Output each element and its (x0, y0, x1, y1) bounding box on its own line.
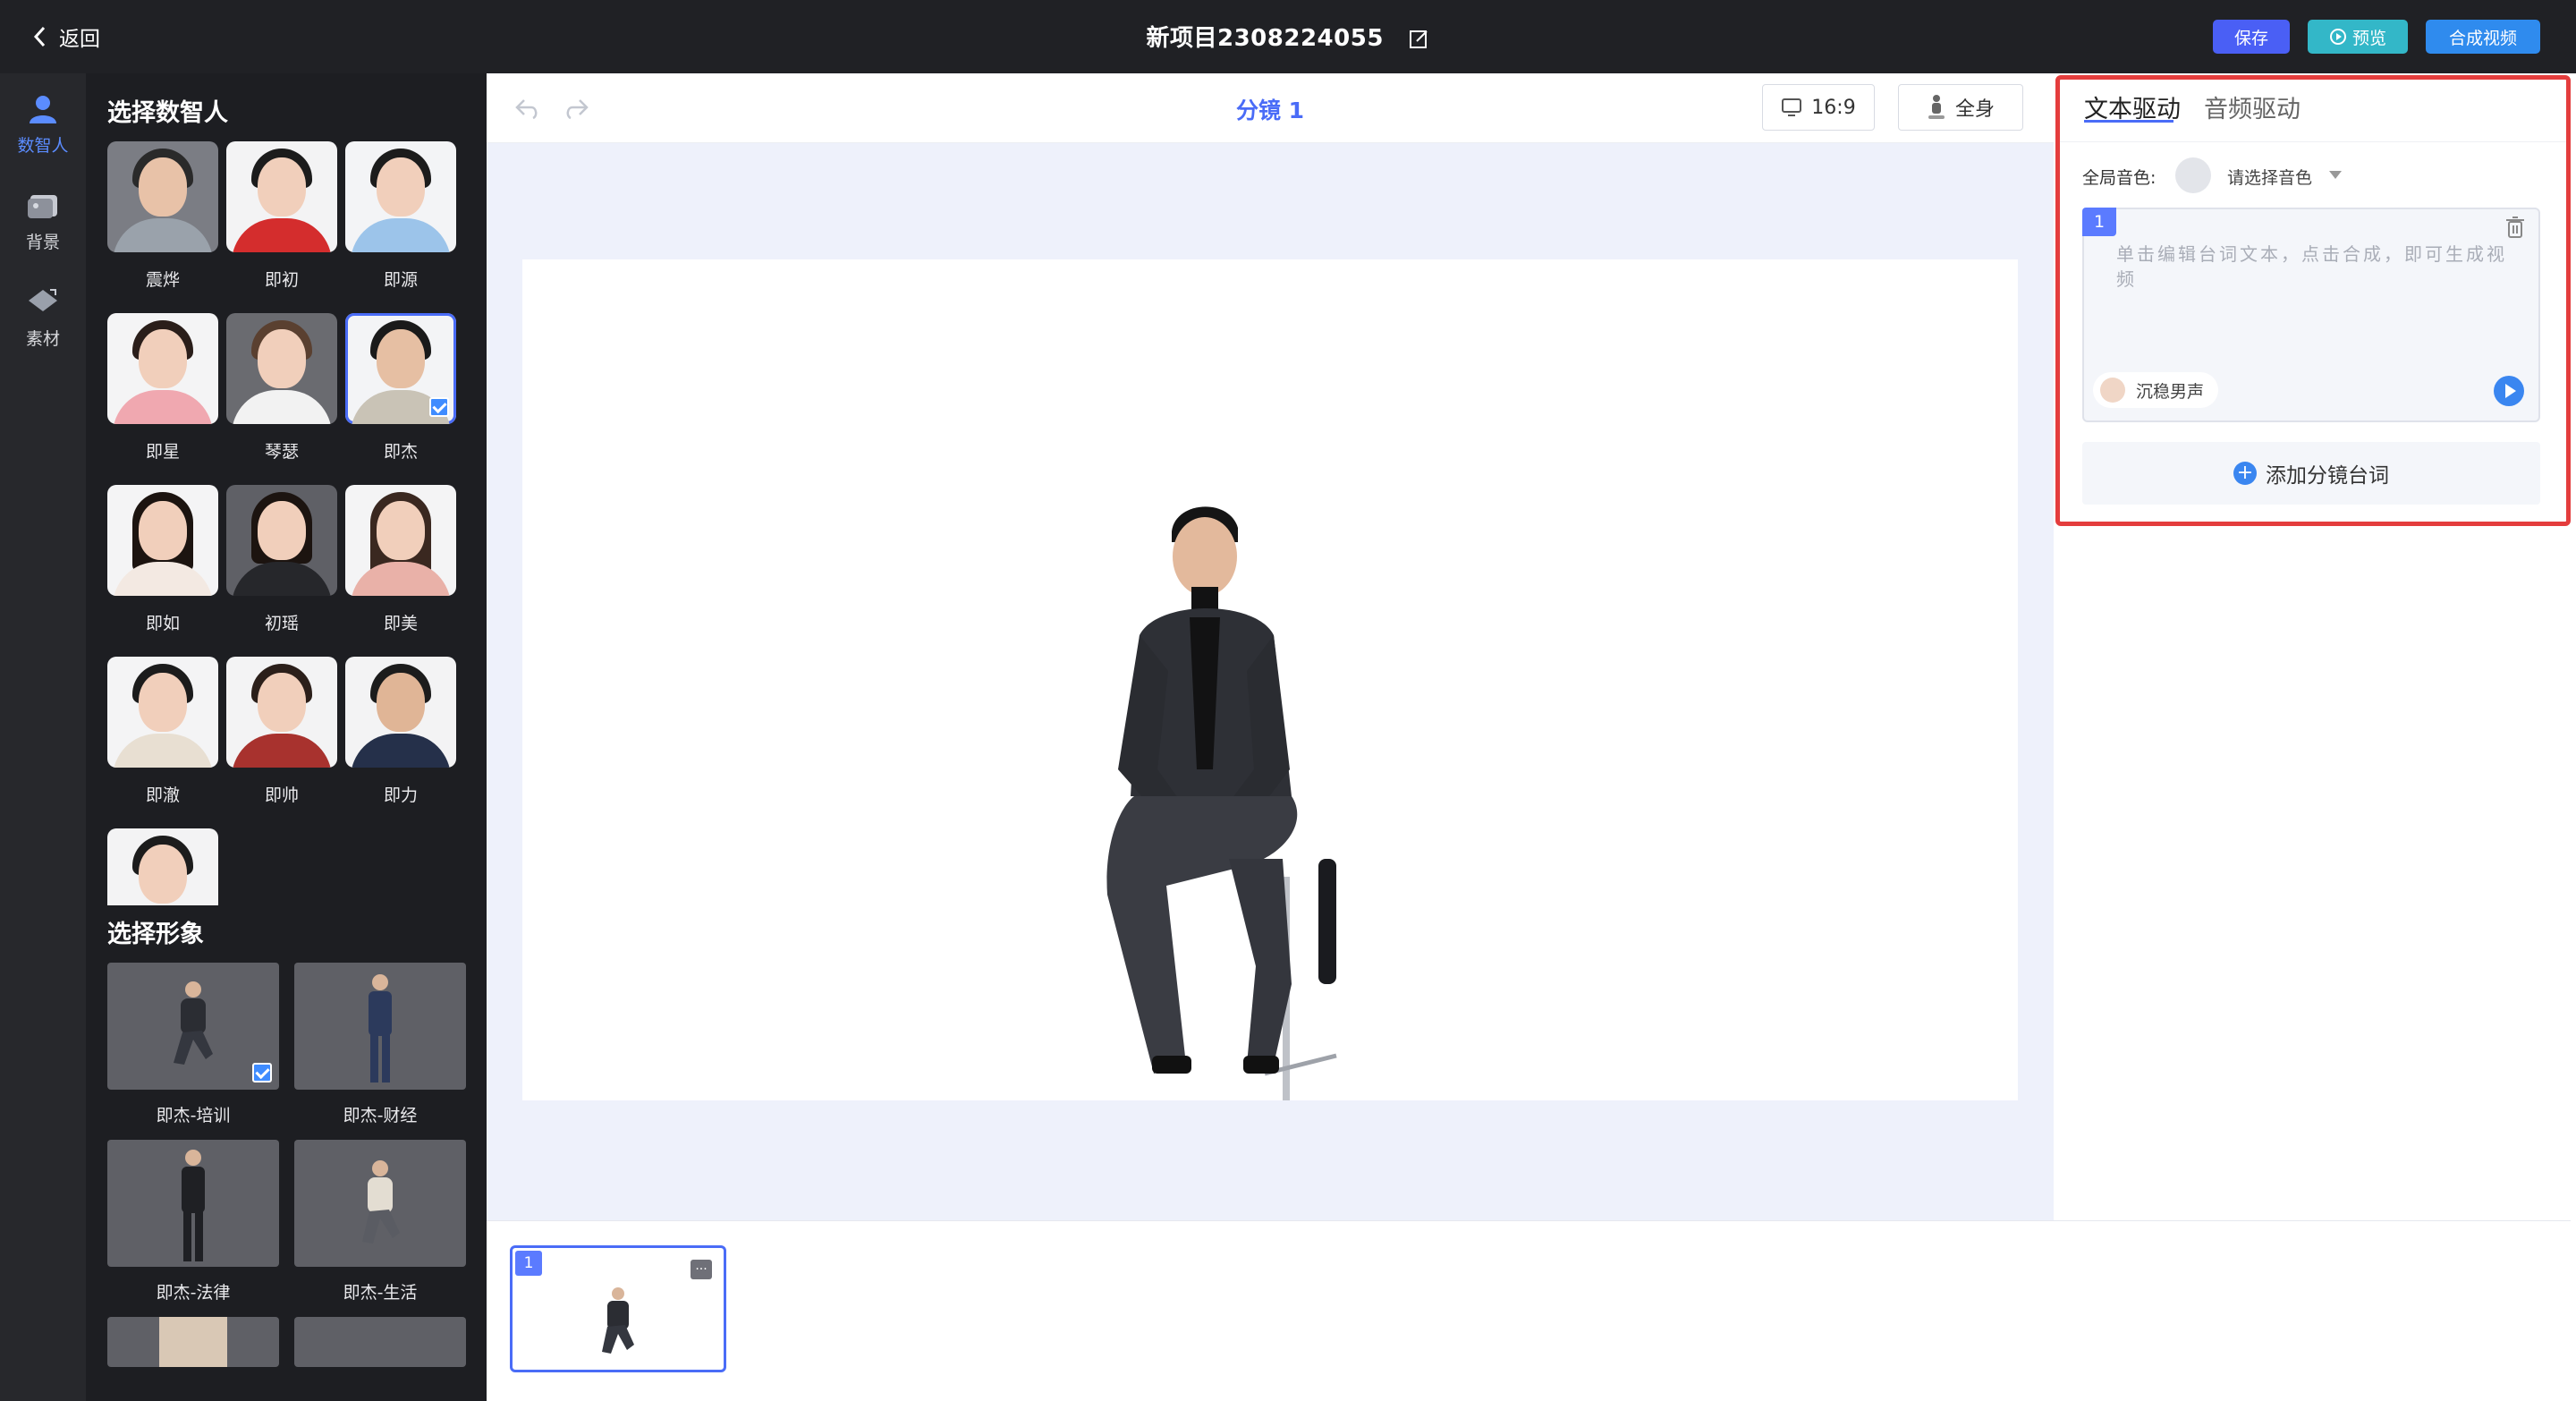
preview-button[interactable]: 预览 (2308, 20, 2408, 54)
avatar-card[interactable]: 初瑶 (226, 485, 337, 634)
figure-card[interactable] (107, 1317, 279, 1367)
figure-name: 即杰-财经 (343, 1106, 418, 1125)
standing-person-icon (369, 974, 392, 1083)
figure-thumbnail (107, 963, 279, 1090)
timeline (487, 1220, 2571, 1401)
avatar-thumbnail (345, 657, 456, 768)
figure-card[interactable] (294, 1317, 466, 1367)
rail-item-background[interactable]: 背景 (0, 188, 86, 253)
play-circle-icon (2329, 29, 2346, 45)
figures-heading: 选择形象 (107, 921, 204, 948)
avatar-name: 即星 (145, 442, 180, 462)
avatar-name: 即如 (145, 614, 180, 633)
compose-video-button[interactable]: 合成视频 (2426, 20, 2540, 54)
avatar-name: 初瑶 (264, 614, 299, 633)
avatar-card[interactable]: 即美 (345, 485, 456, 634)
avatar-name: 即初 (264, 270, 299, 290)
image-icon (28, 195, 57, 218)
highlight-frame (2055, 75, 2571, 526)
figure-name: 即杰-法律 (156, 1283, 231, 1303)
rail-item-avatar[interactable]: 数智人 (0, 91, 86, 157)
avatar-name: 即力 (383, 785, 418, 805)
seated-person-icon (174, 981, 213, 1065)
avatar-name: 即美 (383, 614, 418, 633)
top-bar: 返回 新项目2308224055 保存 预览 合成视频 (0, 0, 2576, 73)
standing-person-icon (182, 1150, 205, 1261)
clip-thumbnail (602, 1287, 634, 1354)
save-button[interactable]: 保存 (2213, 20, 2290, 54)
avatar-name: 琴瑟 (264, 442, 299, 462)
full-body-icon (1928, 95, 1945, 119)
project-title: 新项目2308224055 (0, 20, 2576, 53)
avatar-card[interactable]: 震烨 (107, 141, 218, 291)
figure-thumbnail (294, 1317, 466, 1367)
figure-card[interactable]: 即杰-财经 (294, 963, 466, 1126)
avatars-heading: 选择数智人 (107, 99, 228, 127)
rail-item-material[interactable]: 素材 (0, 284, 86, 350)
figure-thumbnail (107, 1317, 279, 1367)
rail-label: 素材 (25, 329, 60, 349)
avatar-thumbnail (107, 828, 218, 905)
avatar-card[interactable]: 即源 (345, 141, 456, 291)
avatar-thumbnail (226, 313, 337, 424)
preview-stage[interactable] (522, 259, 2018, 1100)
figure-card[interactable]: 即杰-法律 (107, 1140, 279, 1303)
avatar-card[interactable]: 即星 (107, 313, 218, 463)
aspect-ratio-button[interactable]: 16:9 (1762, 84, 1875, 131)
avatar-card[interactable]: 即帅 (226, 657, 337, 806)
clip-number-badge: 1 (515, 1251, 542, 1276)
figure-thumbnail (107, 1140, 279, 1267)
figure-name: 即杰-培训 (156, 1106, 231, 1125)
avatar-name: 即杰 (383, 442, 418, 462)
avatar-card[interactable]: 即澈 (107, 657, 218, 806)
avatar-thumbnail (107, 657, 218, 768)
avatar-card[interactable]: 即如 (107, 485, 218, 634)
more-options-icon[interactable]: ··· (691, 1260, 712, 1279)
avatar-thumbnail (345, 141, 456, 252)
digital-human-figure (1106, 506, 1337, 1100)
figure-card[interactable]: 即杰-生活 (294, 1140, 466, 1303)
selected-check-icon (252, 1063, 272, 1083)
seated-person-icon (362, 1160, 400, 1244)
left-rail: 数智人 背景 素材 (0, 73, 86, 1401)
avatar-panel: 选择数智人 震烨 即初 即源 即星 琴瑟 即杰 即如 初瑶 即美 即澈 即帅 即… (86, 73, 487, 1401)
avatar-name: 即帅 (264, 785, 299, 805)
selected-check-icon (429, 397, 449, 417)
aspect-ratio-label: 16:9 (1811, 96, 1856, 119)
avatar-card[interactable]: 琴瑟 (226, 313, 337, 463)
rail-label: 数智人 (17, 136, 69, 156)
project-title-text: 新项目2308224055 (1146, 25, 1384, 52)
preview-label: 预览 (2351, 28, 2386, 48)
person-icon (30, 96, 56, 123)
figure-thumbnail (294, 1140, 466, 1267)
avatar-card[interactable]: 即力 (345, 657, 456, 806)
rail-label: 背景 (25, 233, 60, 252)
material-icon (29, 289, 57, 311)
canvas-toolbar: 分镜 1 16:9 全身 (487, 73, 2054, 143)
avatar-thumbnail (107, 141, 218, 252)
avatar-name: 震烨 (145, 270, 180, 290)
figure-thumbnail (294, 963, 466, 1090)
avatar-card[interactable]: 即初 (226, 141, 337, 291)
body-framing-label: 全身 (1954, 98, 1995, 121)
avatar-name: 即源 (383, 270, 418, 290)
avatar-thumbnail (226, 485, 337, 596)
avatar-name: 即澈 (145, 785, 180, 805)
figure-name: 即杰-生活 (343, 1283, 418, 1303)
figure-card-selected[interactable]: 即杰-培训 (107, 963, 279, 1126)
body-framing-button[interactable]: 全身 (1898, 84, 2023, 131)
avatar-thumbnail (345, 313, 456, 424)
avatar-thumbnail (107, 485, 218, 596)
avatar-thumbnail (226, 141, 337, 252)
avatar-card-selected[interactable]: 即杰 (345, 313, 456, 463)
avatar-thumbnail (345, 485, 456, 596)
avatar-thumbnail (107, 313, 218, 424)
avatar-card[interactable] (107, 828, 218, 905)
monitor-icon (1782, 98, 1802, 116)
avatar-thumbnail (226, 657, 337, 768)
edit-icon[interactable] (1408, 29, 1429, 50)
